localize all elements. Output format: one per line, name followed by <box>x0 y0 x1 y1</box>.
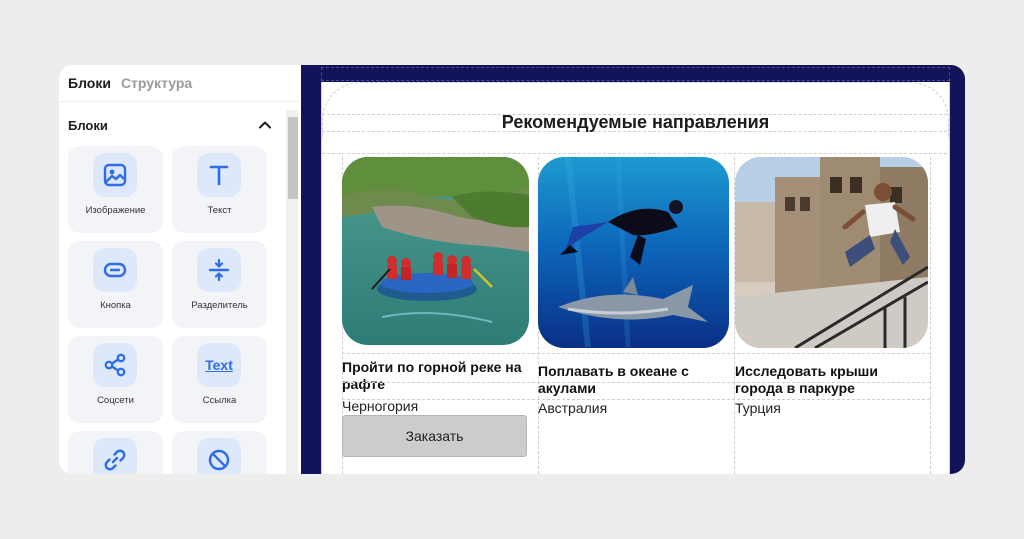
block-divider[interactable]: Разделитель <box>172 241 267 328</box>
image-icon <box>93 153 137 197</box>
guide-line <box>342 399 930 400</box>
link-text-sample: Text <box>205 357 233 373</box>
card-title[interactable]: Поплавать в океане с акулами <box>538 363 724 397</box>
block-label: Изображение <box>85 205 146 216</box>
panel-tabs: Блоки Структура <box>68 75 192 91</box>
block-social[interactable]: Соцсети <box>68 336 163 423</box>
block-image[interactable]: Изображение <box>68 146 163 233</box>
card-location[interactable]: Черногория <box>342 398 418 414</box>
guide-line <box>322 153 947 154</box>
card-title[interactable]: Исследовать крыши города в паркуре <box>735 363 921 397</box>
email-title[interactable]: Рекомендуемые направления <box>322 112 949 133</box>
tab-blocks[interactable]: Блоки <box>68 75 111 91</box>
divider-icon <box>197 248 241 292</box>
card-location[interactable]: Австралия <box>538 400 607 416</box>
block-label: Соцсети <box>97 395 134 406</box>
blocked-icon <box>197 438 241 474</box>
guide-line <box>930 157 931 474</box>
block-button[interactable]: Кнопка <box>68 241 163 328</box>
rafting-photo[interactable] <box>342 157 529 345</box>
card-title[interactable]: Пройти по горной реке на рафте <box>342 359 528 393</box>
diving-photo[interactable] <box>538 157 729 348</box>
tab-structure[interactable]: Структура <box>121 75 192 91</box>
order-button[interactable]: Заказать <box>342 415 527 457</box>
card-location[interactable]: Турция <box>735 400 781 416</box>
share-icon <box>93 343 137 387</box>
scrollbar-thumb[interactable] <box>288 117 298 199</box>
editor-canvas: Рекомендуемые направления Пройти по горн… <box>301 65 965 474</box>
block-link[interactable]: Text Ссылка <box>172 336 267 423</box>
block-label: Кнопка <box>100 300 131 311</box>
chevron-up-icon[interactable] <box>257 117 273 133</box>
link-text-icon: Text <box>197 343 241 387</box>
button-icon <box>93 248 137 292</box>
link-icon <box>93 438 137 474</box>
block-label: Ссылка <box>202 395 237 406</box>
block-label: Текст <box>207 205 232 216</box>
block-text[interactable]: Текст <box>172 146 267 233</box>
block-label: Разделитель <box>191 300 248 311</box>
tabs-divider <box>59 101 299 102</box>
editor-window: Блоки Структура Блоки Изображение Текст … <box>59 65 965 474</box>
section-title: Блоки <box>68 118 108 133</box>
blocks-section-header[interactable]: Блоки <box>68 117 273 135</box>
block-chain-link[interactable] <box>68 431 163 474</box>
email-preview: Рекомендуемые направления Пройти по горн… <box>321 82 950 474</box>
parkour-photo[interactable] <box>735 157 928 348</box>
top-guide <box>321 67 950 81</box>
text-icon <box>197 153 241 197</box>
guide-line <box>342 353 930 354</box>
block-blocked[interactable] <box>172 431 267 474</box>
blocks-panel: Блоки Структура Блоки Изображение Текст … <box>59 65 299 474</box>
guide-line <box>342 382 930 383</box>
